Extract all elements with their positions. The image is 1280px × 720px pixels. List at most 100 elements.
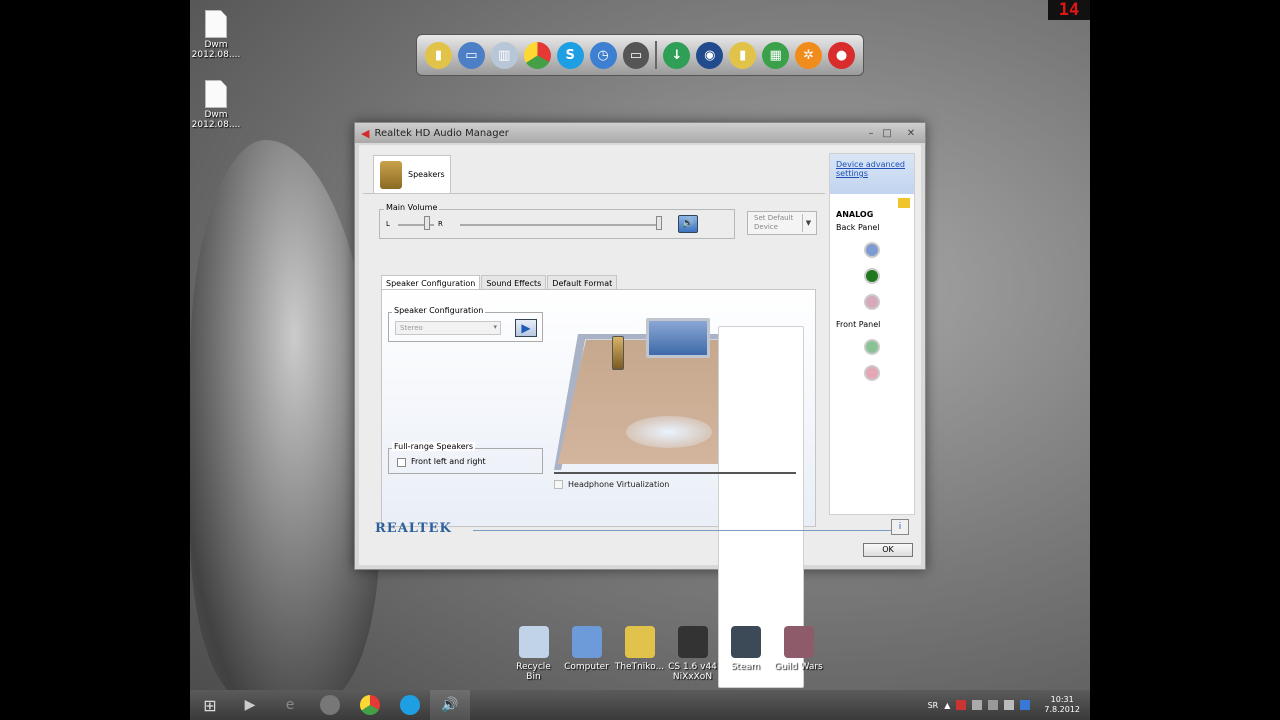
folder-icon [624,626,655,658]
jack-front-green[interactable] [864,339,880,355]
advanced-settings-header: Device advanced settings [830,154,914,194]
speaker-room-illustration [554,318,804,688]
skype-icon [400,695,420,715]
left-speaker-icon[interactable] [612,336,624,370]
start-button[interactable]: ⊞ [190,690,230,720]
show-hidden-icons[interactable]: ▲ [944,701,950,710]
device-tab-speakers[interactable]: Speakers [373,155,451,193]
volume-slider-thumb[interactable] [656,216,662,230]
main-volume-group: Main Volume L R 🔊 [379,203,735,239]
tray-app-icon[interactable] [956,700,967,710]
chevron-down-icon: ▾ [493,323,497,331]
desktop-icon-row: Recycle Bin Computer TheTniko... CS 1.6 … [508,626,824,682]
file-icon [205,10,227,38]
steam-shortcut[interactable]: Steam [720,626,771,682]
ie-icon: e [285,697,295,713]
footer-line [473,530,895,531]
set-default-device-dropdown[interactable]: Set Default Device ▼ [747,211,817,235]
folder-icon[interactable]: ▮ [425,41,452,69]
computer-icon[interactable]: ▭ [457,41,485,69]
tools-icon[interactable]: ✲ [795,41,823,69]
taskbar: ⊞ ▶ e 🔊 SR ▲ 10:31 7.8.2012 [190,690,1090,720]
guild-wars-shortcut[interactable]: Guild Wars [773,626,824,682]
close-button[interactable]: ✕ [903,128,919,139]
speakers-icon [380,160,402,189]
speaker-config-select[interactable]: Stereo ▾ [395,321,501,335]
dock-separator [655,41,658,69]
listener-spot [626,416,712,448]
info-icon[interactable]: i [891,519,909,535]
connector-panel: Device advanced settings ANALOG Back Pan… [829,153,915,515]
counter-strike-icon [677,626,708,658]
window-client-area: Speakers Main Volume L R 🔊 Set Default D… [359,145,921,688]
taskbar-ie[interactable]: e [270,690,310,720]
tray-volume-icon[interactable] [988,700,999,710]
tray-flag-icon[interactable] [1004,700,1015,710]
desktop-file-dwm-2[interactable]: Dwm 2012.08.... [186,80,246,130]
device-advanced-settings-link[interactable]: Device advanced settings [836,160,908,178]
chrome-icon[interactable] [523,41,551,69]
room-baseline [554,472,796,474]
explorer-icon [320,695,340,715]
tray-network-icon[interactable] [972,700,983,710]
thetniko-folder-shortcut[interactable]: TheTniko... [614,626,665,682]
jack-back-green[interactable] [864,268,880,284]
folder-icon[interactable]: ▮ [729,41,757,69]
clock[interactable]: 10:31 7.8.2012 [1044,695,1080,715]
tray-bluetooth-icon[interactable] [1020,700,1031,710]
monitor-icon[interactable]: ▭ [622,41,650,69]
computer-icon [571,626,602,658]
dock-bar: ▮ ▭ ▥ S ◷ ▭ ↓ ◉ ▮ ▦ ✲ ● [416,34,864,76]
chevron-down-icon: ▼ [802,214,814,232]
speaker-configuration-group: Speaker Configuration Stereo ▾ ▶ [388,306,543,342]
taskbar-realtek[interactable]: 🔊 [430,690,470,720]
recycle-bin-shortcut[interactable]: Recycle Bin [508,626,559,682]
window-title: Realtek HD Audio Manager [374,127,509,139]
taskbar-skype[interactable] [390,690,430,720]
realtek-logo: REALTEK [375,521,895,536]
tv-icon [646,318,710,358]
guild-wars-icon [783,626,814,658]
full-range-speakers-group: Full-range Speakers Front left and right [388,442,543,474]
jack-back-blue[interactable] [864,242,880,258]
system-tray: SR ▲ 10:31 7.8.2012 [928,690,1090,720]
speaker-configuration-panel: Speaker Configuration Stereo ▾ ▶ Full-ra… [381,289,816,688]
taskbar-explorer[interactable] [310,690,350,720]
taskbar-chrome[interactable] [350,690,390,720]
chrome-icon [360,695,380,715]
maximize-button[interactable]: □ [879,128,895,139]
folder-icon[interactable] [898,198,910,208]
language-indicator[interactable]: SR [928,701,939,710]
file-icon [205,80,227,108]
recycle-bin-icon [518,626,549,658]
title-bar[interactable]: ◀ Realtek HD Audio Manager – □ ✕ [355,123,925,143]
recycle-icon[interactable]: ▥ [490,41,518,69]
download-icon[interactable]: ↓ [663,41,691,69]
media-icon[interactable]: ◉ [696,41,724,69]
speaker-icon: 🔊 [441,697,459,713]
minimize-button[interactable]: – [863,128,879,139]
messenger-icon[interactable]: ◷ [589,41,617,69]
jack-back-pink[interactable] [864,294,880,310]
taskbar-media-player[interactable]: ▶ [230,690,270,720]
steam-icon [730,626,761,658]
skype-icon[interactable]: S [556,41,584,69]
spreadsheet-icon[interactable]: ▦ [762,41,790,69]
wallpaper-figure [190,140,380,700]
speaker-icon: ◀ [361,126,370,140]
tab-divider [363,193,825,194]
computer-shortcut[interactable]: Computer [561,626,612,682]
headphone-virtualization-checkbox[interactable] [554,480,563,489]
front-left-right-checkbox[interactable] [397,458,406,467]
play-test-button[interactable]: ▶ [515,319,537,337]
power-icon[interactable]: ● [828,41,855,69]
fps-counter: 14 [1048,0,1090,20]
jack-front-pink[interactable] [864,365,880,381]
cs16-shortcut[interactable]: CS 1.6 v44 NiXxXoN [667,626,718,682]
realtek-audio-manager-window: ◀ Realtek HD Audio Manager – □ ✕ Speaker… [354,122,926,688]
ok-button[interactable]: OK [863,543,913,557]
mute-button[interactable]: 🔊 [678,215,698,233]
balance-slider-thumb[interactable] [424,216,430,230]
desktop-file-dwm-1[interactable]: Dwm 2012.08.... [186,10,246,60]
volume-track[interactable] [460,224,660,226]
